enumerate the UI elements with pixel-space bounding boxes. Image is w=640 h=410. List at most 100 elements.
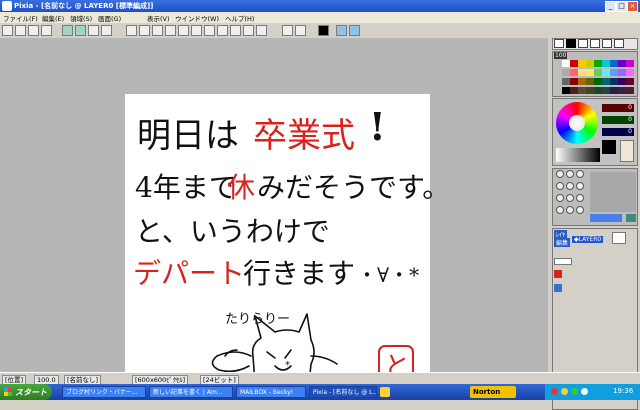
task-blog-link[interactable]: ブログ村リンク・バナー... [62, 386, 146, 398]
pixia-app-icon[interactable] [2, 1, 12, 11]
layer-name[interactable]: ◆LAYER0 [572, 236, 604, 243]
color-swatch[interactable] [602, 60, 610, 67]
menu-help[interactable]: ヘルプ(H) [225, 13, 254, 23]
brush-icon[interactable] [295, 25, 306, 36]
layer-thumbnail[interactable] [612, 232, 626, 244]
zoom-out-icon[interactable] [349, 25, 360, 36]
menu-select[interactable]: 領域(S) [70, 13, 92, 23]
color-swatch[interactable] [626, 87, 634, 94]
color-swatch[interactable] [618, 87, 626, 94]
menu-image[interactable]: 画面(G) [98, 13, 121, 23]
brush-preset-icon[interactable] [566, 194, 574, 202]
layer-add-icon[interactable] [554, 284, 562, 292]
brush-preset-icon[interactable] [576, 194, 584, 202]
palette-tool-icon[interactable] [590, 39, 600, 48]
norton-button[interactable]: Norton [470, 386, 516, 398]
color-swatch[interactable] [578, 78, 586, 85]
text-icon[interactable] [204, 25, 215, 36]
palette-tool-icon[interactable] [578, 39, 588, 48]
color-swatch[interactable] [570, 69, 578, 76]
color-swatch[interactable] [570, 78, 578, 85]
blue-value[interactable]: 0 [602, 128, 634, 136]
redo-icon[interactable] [75, 25, 86, 36]
brush-preset-icon[interactable] [556, 194, 564, 202]
color-swatch[interactable] [626, 60, 634, 67]
tab-edit[interactable]: 編集 [554, 238, 571, 247]
green-value[interactable]: 0 [602, 116, 634, 124]
color-swatch[interactable] [602, 78, 610, 85]
color-wheel-center[interactable] [569, 115, 585, 131]
start-button[interactable]: スタート [0, 384, 52, 400]
menu-window[interactable]: ウインドウ(W) [175, 13, 219, 23]
zoom-in-icon[interactable] [336, 25, 347, 36]
close-icon[interactable]: × [627, 1, 638, 12]
color-history-icon[interactable] [620, 140, 634, 162]
brush-preset-icon[interactable] [556, 182, 564, 190]
eyedropper-icon[interactable] [217, 25, 228, 36]
color-swatch[interactable] [618, 69, 626, 76]
color-swatch[interactable] [618, 60, 626, 67]
brush-preset-icon[interactable] [566, 182, 574, 190]
color-swatch[interactable] [626, 78, 634, 85]
tray-icon[interactable] [571, 388, 578, 395]
drawing-canvas[interactable]: 明日は 卒業式 ! 4年まで 休 みだそうです。 と、いうわけで デパート 行き… [125, 94, 450, 394]
palette-tool-icon[interactable] [602, 39, 612, 48]
color-swatch[interactable] [618, 78, 626, 85]
task-mailbox[interactable]: MAILBOX - Becky! [236, 386, 306, 398]
brush-preset-icon[interactable] [556, 206, 564, 214]
color-swatch[interactable] [562, 60, 570, 67]
color-swatch[interactable] [570, 87, 578, 94]
color-swatch[interactable] [610, 69, 618, 76]
color-swatch[interactable] [562, 87, 570, 94]
color-swatch[interactable] [562, 78, 570, 85]
brush-name-bar[interactable] [590, 214, 622, 222]
open-file-icon[interactable] [15, 25, 26, 36]
palette-fg-icon[interactable] [554, 39, 564, 48]
maximize-icon[interactable]: □ [616, 1, 627, 12]
color-swatch[interactable] [594, 78, 602, 85]
brush-preset-icon[interactable] [576, 206, 584, 214]
color-swatch[interactable] [594, 60, 602, 67]
menu-file[interactable]: ファイル(F) [3, 13, 38, 23]
current-color-icon[interactable] [318, 25, 329, 36]
color-swatch[interactable] [610, 87, 618, 94]
color-swatch[interactable] [626, 69, 634, 76]
new-file-icon[interactable] [2, 25, 13, 36]
pen-icon[interactable] [126, 25, 137, 36]
lasso-icon[interactable] [152, 25, 163, 36]
color-swatch[interactable] [586, 87, 594, 94]
brush-preset-icon[interactable] [576, 182, 584, 190]
color-swatch[interactable] [610, 78, 618, 85]
color-swatch[interactable] [562, 69, 570, 76]
gradient-icon[interactable] [243, 25, 254, 36]
palette-tool-icon[interactable] [614, 39, 624, 48]
layer-lock-icon[interactable] [554, 270, 562, 278]
line-icon[interactable] [165, 25, 176, 36]
eraser-icon[interactable] [282, 25, 293, 36]
color-swatch[interactable] [602, 87, 610, 94]
color-swatch[interactable] [586, 78, 594, 85]
brush-option-icon[interactable] [626, 214, 636, 222]
palette-bg-icon[interactable] [566, 39, 576, 48]
undo-icon[interactable] [62, 25, 73, 36]
color-swatch[interactable] [594, 87, 602, 94]
red-value[interactable]: 0 [602, 104, 634, 112]
color-swatch[interactable] [570, 60, 578, 67]
brush-preset-icon[interactable] [566, 206, 574, 214]
curve-icon[interactable] [178, 25, 189, 36]
brush-preset-icon[interactable] [576, 170, 584, 178]
color-swatch[interactable] [594, 69, 602, 76]
quicklaunch-icon[interactable] [380, 387, 390, 397]
task-pixia[interactable]: Pixia - [名前なし @ L... [309, 386, 377, 398]
stamp-icon[interactable] [230, 25, 241, 36]
paste-icon[interactable] [101, 25, 112, 36]
rect-select-icon[interactable] [139, 25, 150, 36]
tray-icon[interactable] [551, 388, 558, 395]
menu-edit[interactable]: 編集(E) [42, 13, 64, 23]
brightness-slider[interactable] [556, 148, 600, 162]
color-swatch[interactable] [578, 60, 586, 67]
color-swatch[interactable] [578, 87, 586, 94]
save-icon[interactable] [28, 25, 39, 36]
color-swatch[interactable] [610, 60, 618, 67]
task-new-post[interactable]: 新しい記事を書く | Am... [149, 386, 233, 398]
